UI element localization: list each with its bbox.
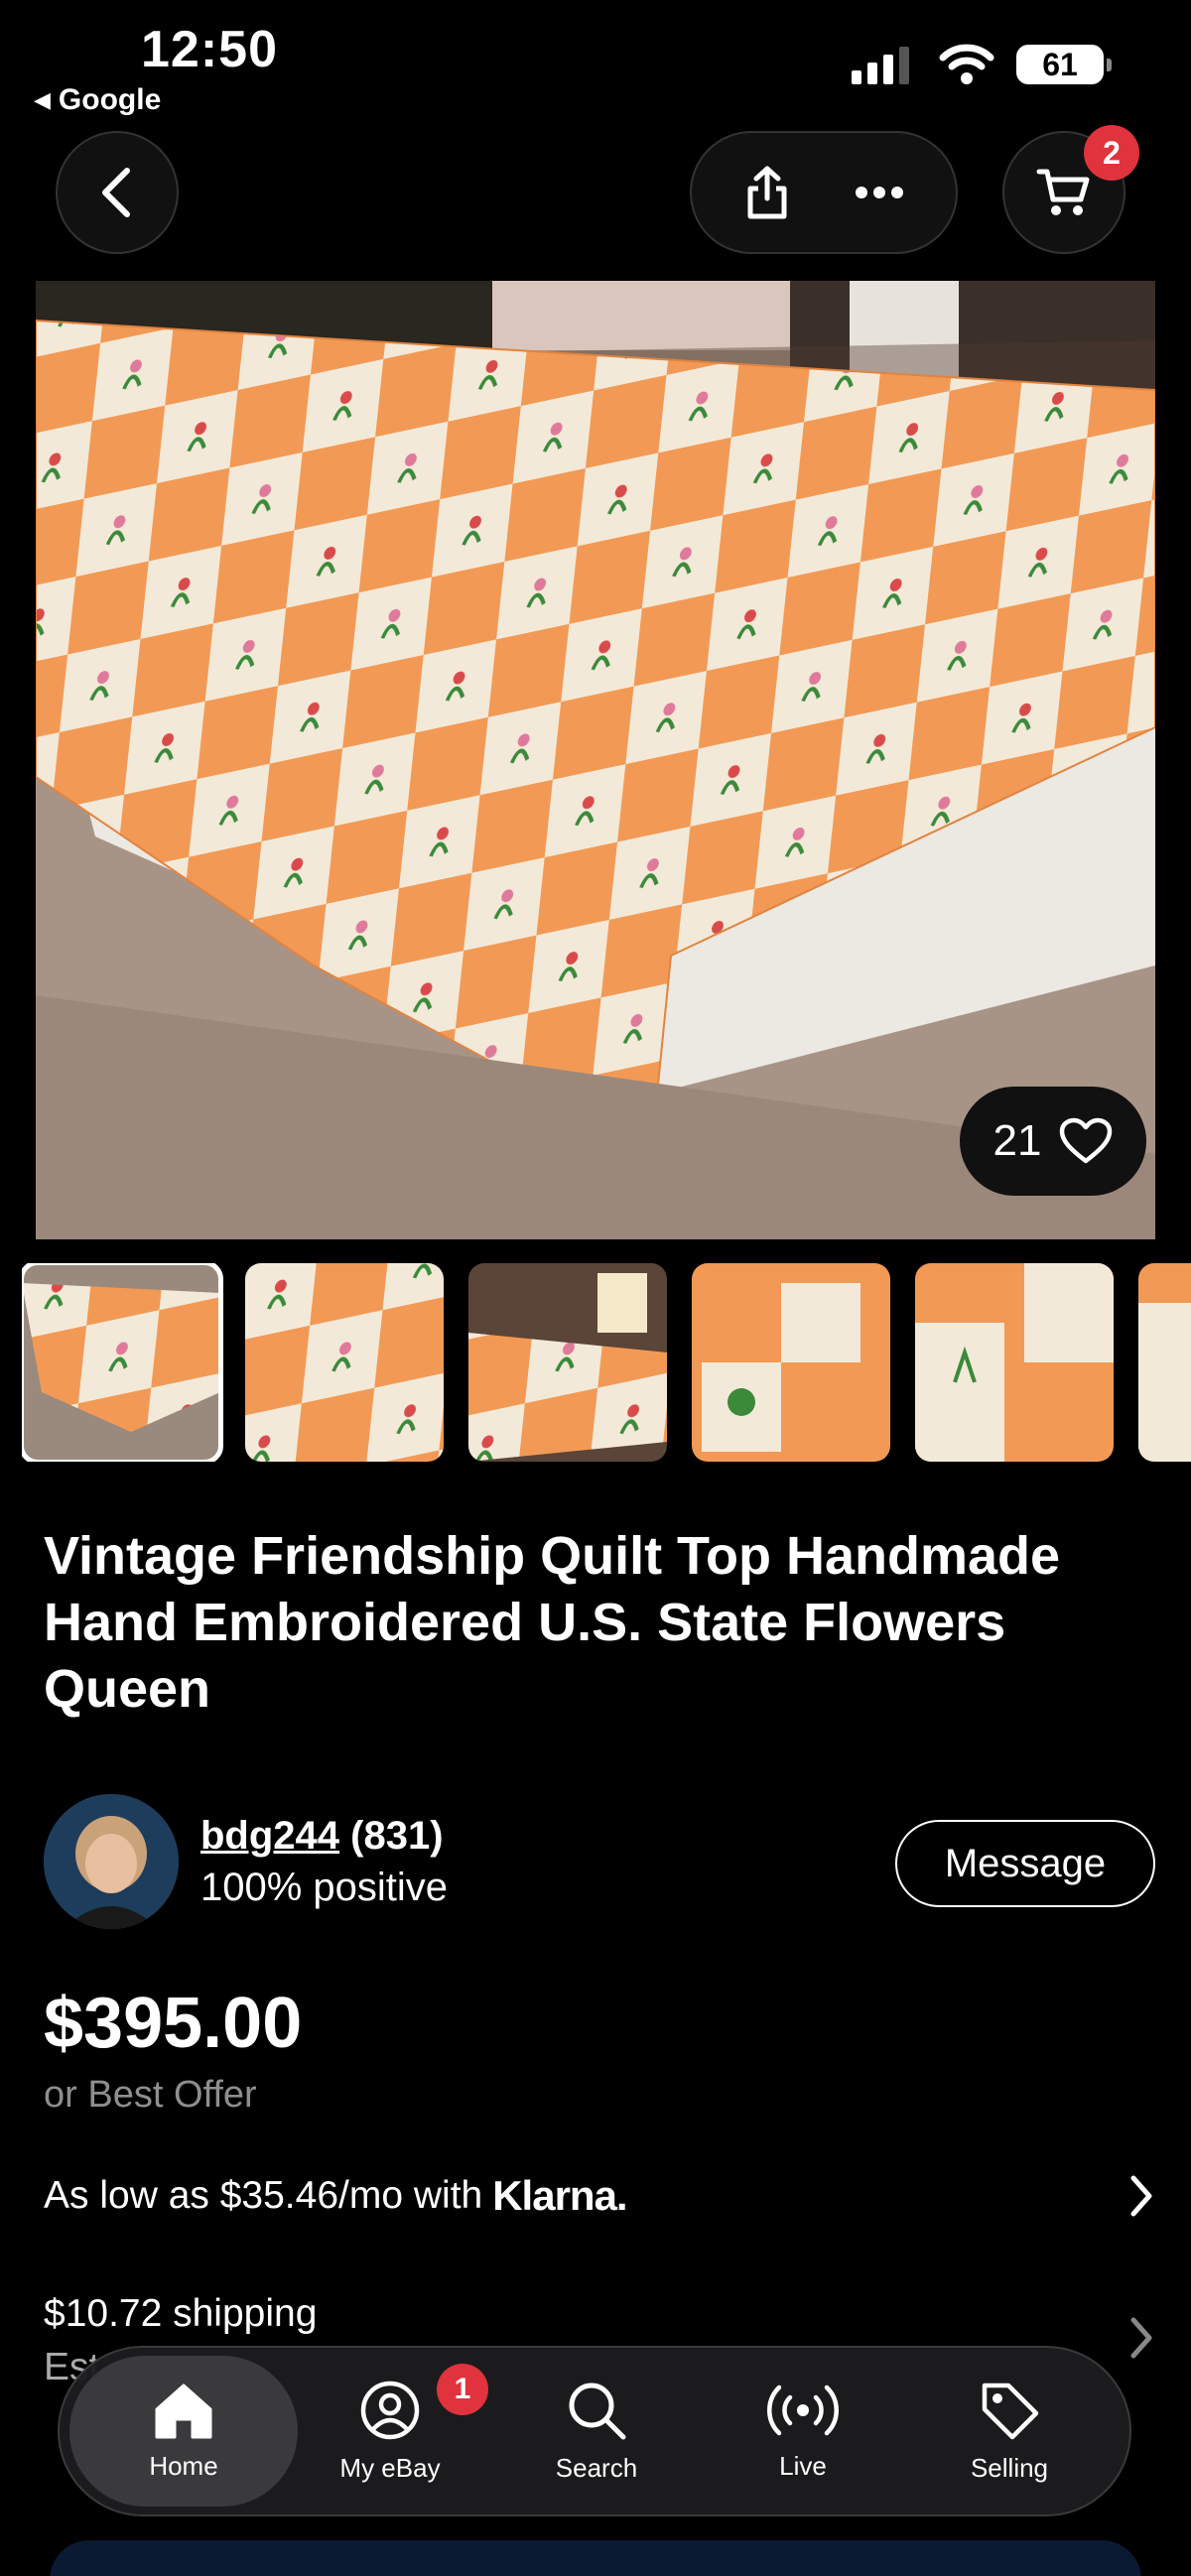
action-pill <box>690 131 958 254</box>
my-ebay-badge: 1 <box>437 2364 488 2415</box>
thumbnail-1[interactable] <box>22 1263 223 1462</box>
chevron-right-icon <box>1130 2317 1152 2359</box>
tab-label-selling: Selling <box>970 2452 1049 2483</box>
bottom-tab-bar: Home My eBay 1 Search Live Selling <box>58 2346 1131 2516</box>
tab-label-search: Search <box>555 2452 638 2483</box>
status-bar: 12:50 ◀ Google 61 <box>0 0 1191 129</box>
tab-label-live: Live <box>779 2450 827 2481</box>
status-time: 12:50 <box>141 21 278 78</box>
heart-icon <box>1060 1117 1113 1164</box>
bottom-action-strip <box>50 2540 1141 2576</box>
seller-positive-feedback: 100% positive <box>200 1866 449 1909</box>
account-icon <box>360 2381 420 2439</box>
message-seller-button[interactable]: Message <box>895 1820 1155 1907</box>
watch-button[interactable]: 21 <box>960 1087 1146 1196</box>
tab-live[interactable]: Live <box>689 2356 917 2507</box>
status-icons: 61 <box>852 44 1112 85</box>
listing-title: Vintage Friendship Quilt Top Handmade Ha… <box>44 1526 1061 1719</box>
battery-indicator: 61 <box>1016 45 1112 84</box>
wifi-icon <box>939 44 994 84</box>
klarna-logo: Klarna. <box>492 2172 627 2219</box>
chevron-left-icon <box>102 168 130 217</box>
signal-icon <box>852 47 909 84</box>
price: $395.00 <box>44 1984 303 2063</box>
back-app-label: Google <box>58 83 162 116</box>
seller-name-row[interactable]: bdg244 (831) <box>200 1814 444 1859</box>
best-offer-label: or Best Offer <box>44 2074 257 2116</box>
shipping-cost: $10.72 shipping <box>44 2292 318 2335</box>
thumbnail-3[interactable] <box>468 1263 667 1462</box>
cart-icon <box>1036 169 1090 215</box>
more-options-icon[interactable] <box>855 186 904 199</box>
financing-row[interactable]: As low as $35.46/mo with Klarna. <box>44 2163 1155 2229</box>
tag-icon <box>982 2383 1039 2439</box>
thumbnail-strip <box>22 1263 1191 1462</box>
thumbnail-4[interactable] <box>692 1263 890 1462</box>
like-count: 21 <box>992 1116 1042 1165</box>
back-to-app-link[interactable]: ◀ Google <box>34 83 161 117</box>
thumbnail-5[interactable] <box>915 1263 1114 1462</box>
search-icon <box>569 2383 626 2439</box>
tab-label-home: Home <box>149 2450 218 2481</box>
live-icon <box>767 2384 839 2435</box>
back-triangle-icon: ◀ <box>34 87 51 112</box>
tab-home[interactable]: Home <box>69 2356 298 2507</box>
tab-label-my-ebay: My eBay <box>339 2452 441 2483</box>
share-icon[interactable] <box>744 165 790 220</box>
financing-text: As low as $35.46/mo with <box>44 2174 483 2217</box>
thumbnail-6[interactable] <box>1138 1263 1191 1462</box>
seller-username[interactable]: bdg244 <box>200 1814 339 1858</box>
seller-feedback-count: (831) <box>350 1814 444 1858</box>
cart-count-badge: 2 <box>1084 125 1139 181</box>
thumbnail-2[interactable] <box>245 1263 444 1462</box>
home-icon <box>155 2383 212 2438</box>
back-button[interactable] <box>56 131 179 254</box>
chevron-right-icon <box>1130 2175 1152 2217</box>
seller-avatar[interactable] <box>44 1794 179 1929</box>
seller-section: bdg244 (831) 100% positive Message <box>44 1794 1155 1929</box>
tab-selling[interactable]: Selling <box>895 2356 1124 2507</box>
tab-search[interactable]: Search <box>482 2356 711 2507</box>
